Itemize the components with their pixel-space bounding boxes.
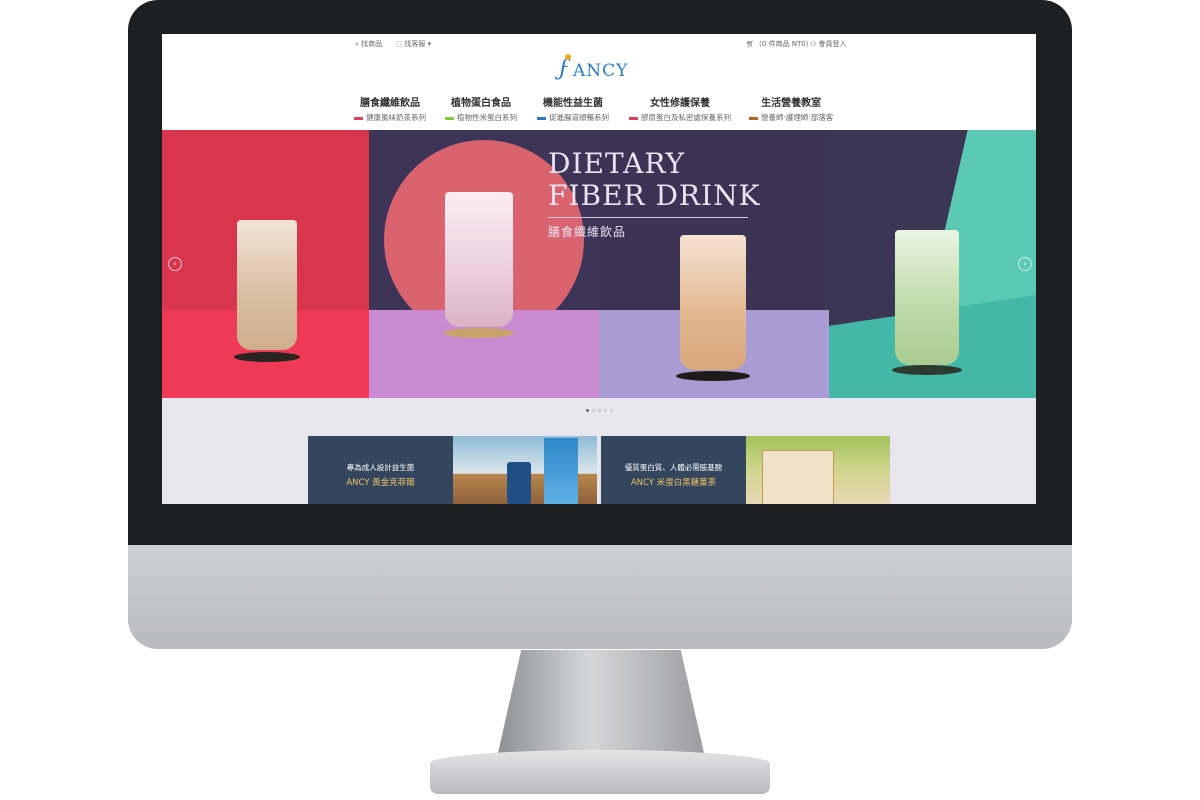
kefir-box-image [544, 438, 578, 504]
user-icon: ⚇ [810, 40, 817, 48]
kefir-bottle-image [507, 462, 531, 504]
nav-title: 機能性益生菌 [543, 98, 603, 109]
matcha-milk-glass [895, 230, 959, 365]
logo-text: ANCY [573, 61, 629, 81]
search-label: 找商品 [361, 40, 383, 48]
nav-title: 膳食纖維飲品 [360, 98, 420, 109]
chevron-down-icon: ▾ [427, 40, 432, 48]
latte-glass [680, 235, 746, 370]
hero-title-line1: DIETARY [548, 147, 686, 180]
coaster [234, 352, 300, 362]
stand-base [430, 750, 770, 794]
product-section: 專為成人設計益生菌 ANCY 黃金克菲爾 優質蛋白質、人體必需胺基酸 ANCY … [162, 398, 1036, 504]
nav-sub: 營養師‧護理師‧部落客 [749, 112, 833, 123]
coaster [444, 328, 514, 338]
nav-item-probiotics[interactable]: 機能性益生菌 促進腸道順暢系列 [537, 94, 609, 123]
chat-icon: ◌ [396, 40, 403, 48]
slider-dot[interactable] [585, 409, 589, 412]
contact-link[interactable]: ◌ 找客服 ▾ [396, 39, 431, 49]
website-screen: ⌕ 找商品 ◌ 找客服 ▾ 🛒︎（0 件商品 NT0） ⚇ 會員登入 ϝ ANC… [162, 34, 1036, 504]
ginger-tea-box-image [762, 450, 834, 504]
cart-icon: 🛒︎ [746, 40, 755, 48]
nav-sub: 植物性米蛋白系列 [445, 112, 517, 123]
top-bar: ⌕ 找商品 ◌ 找客服 ▾ 🛒︎（0 件商品 NT0） ⚇ 會員登入 [162, 34, 1036, 52]
nav-sub: 膠原蛋白及私密處保養系列 [629, 112, 731, 123]
monitor-chin [128, 545, 1072, 649]
nav-item-fiber-drink[interactable]: 膳食纖維飲品 健康風味奶茶系列 [354, 94, 426, 123]
promo-line1: 優質蛋白質、人體必需胺基酸 [624, 463, 723, 472]
monitor-stand [430, 650, 770, 800]
site-logo[interactable]: ϝ ANCY [559, 54, 639, 84]
nav-title: 植物蛋白食品 [451, 98, 511, 109]
hero-title: DIETARY FIBER DRINK [548, 148, 761, 212]
taro-milk-glass [445, 192, 513, 327]
promo-card-kefir[interactable]: 專為成人設計益生菌 ANCY 黃金克菲爾 [308, 436, 453, 504]
promo-line2: ANCY 米蛋白黑糖薑茶 [630, 478, 717, 488]
nav-sub: 促進腸道順暢系列 [537, 112, 609, 123]
cart-link[interactable]: 🛒︎（0 件商品 NT0） [746, 39, 813, 49]
login-label: 會員登入 [818, 40, 847, 48]
coaster [676, 371, 750, 381]
monitor: ⌕ 找商品 ◌ 找客服 ▾ 🛒︎（0 件商品 NT0） ⚇ 會員登入 ϝ ANC… [128, 0, 1072, 650]
nav-item-plant-protein[interactable]: 植物蛋白食品 植物性米蛋白系列 [445, 94, 517, 123]
promo-card-rice-protein[interactable]: 優質蛋白質、人體必需胺基酸 ANCY 米蛋白黑糖薑茶 [601, 436, 746, 504]
stand-neck [496, 650, 706, 762]
hero-banner[interactable]: DIETARY FIBER DRINK 膳食纖維飲品 ‹ › [162, 130, 1036, 398]
login-link[interactable]: ⚇ 會員登入 [810, 39, 847, 49]
slider-dot[interactable] [603, 409, 607, 412]
nav-title: 生活營養教室 [761, 98, 822, 109]
nav-item-women-care[interactable]: 女性修護保養 膠原蛋白及私密處保養系列 [629, 94, 731, 123]
milk-tea-glass [237, 220, 297, 350]
coaster [892, 365, 962, 375]
nav-title: 女性修護保養 [650, 98, 710, 109]
hero-divider [548, 217, 748, 218]
main-nav: 膳食纖維飲品 健康風味奶茶系列 植物蛋白食品 植物性米蛋白系列 機能性益生菌 促… [162, 94, 1036, 124]
search-icon: ⌕ [355, 40, 359, 48]
prev-arrow-icon[interactable]: ‹ [168, 257, 182, 271]
cart-label: （0 件商品 NT0） [754, 40, 813, 48]
nav-sub: 健康風味奶茶系列 [354, 112, 426, 123]
promo-line2: ANCY 黃金克菲爾 [346, 478, 415, 488]
search-link[interactable]: ⌕ 找商品 [355, 39, 382, 49]
hero-subtitle: 膳食纖維飲品 [548, 225, 627, 239]
hero-title-line2: FIBER DRINK [548, 179, 761, 212]
slider-dots [162, 400, 1036, 412]
nav-item-nutrition-class[interactable]: 生活營養教室 營養師‧護理師‧部落客 [749, 94, 833, 123]
logo-mark: ϝ [559, 54, 571, 81]
next-arrow-icon[interactable]: › [1018, 257, 1032, 271]
contact-label: 找客服 [404, 40, 426, 48]
slider-dot[interactable] [609, 409, 613, 412]
promo-line1: 專為成人設計益生菌 [346, 463, 415, 472]
slider-dot[interactable] [591, 409, 595, 412]
slider-dot[interactable] [597, 409, 601, 412]
